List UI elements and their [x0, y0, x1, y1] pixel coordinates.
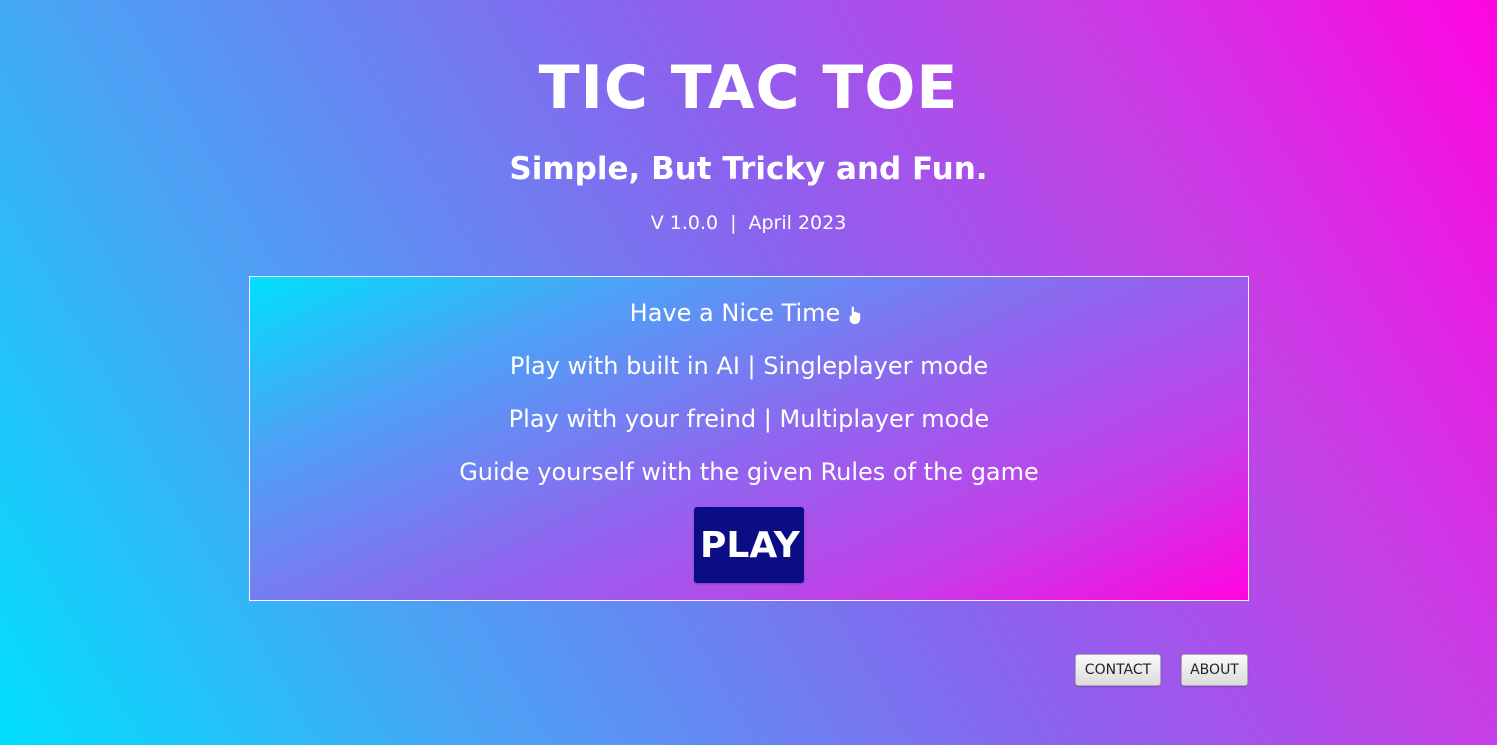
contact-button[interactable]: CONTACT — [1075, 654, 1161, 686]
greeting-text: Have a Nice Time — [629, 299, 841, 327]
singleplayer-line: Play with built in AI | Singleplayer mod… — [509, 352, 989, 380]
release-date: April 2023 — [748, 212, 847, 234]
about-button[interactable]: ABOUT — [1181, 654, 1248, 686]
version-number: V 1.0.0 — [650, 212, 719, 234]
play-button[interactable]: PLAY — [694, 507, 804, 583]
greeting-line: Have a Nice Time — [250, 297, 1248, 329]
version-info: V 1.0.0 | April 2023 — [0, 210, 1497, 236]
multiplayer-line: Play with your freind | Multiplayer mode — [508, 405, 990, 433]
app-title: TIC TAC TOE — [538, 53, 959, 123]
app-subtitle: Simple, But Tricky and Fun. — [509, 151, 988, 187]
pointing-hand-icon — [846, 303, 868, 325]
version-separator: | — [730, 212, 737, 234]
welcome-panel: Have a Nice Time Play with built in AI |… — [249, 276, 1249, 601]
rules-line: Guide yourself with the given Rules of t… — [459, 458, 1039, 486]
